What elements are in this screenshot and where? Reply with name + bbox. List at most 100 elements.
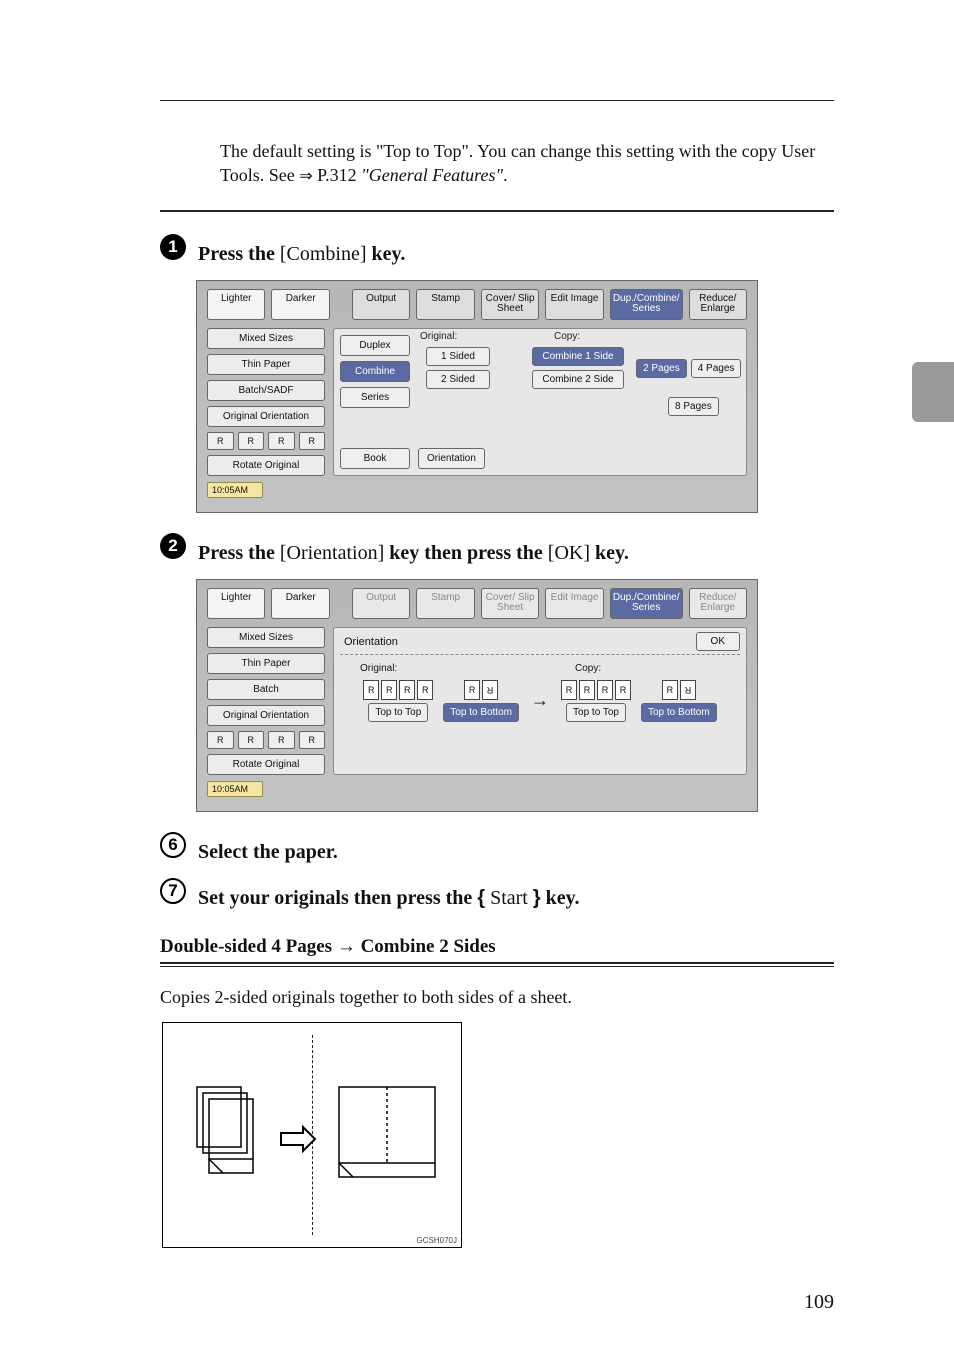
copy-combine1[interactable]: Combine 1 Side xyxy=(532,347,624,366)
mode-duplex[interactable]: Duplex xyxy=(340,335,410,356)
pages-8[interactable]: 8 Pages xyxy=(668,397,719,416)
btn-rotate-original[interactable]: Rotate Original xyxy=(207,754,325,775)
step6-text: Select the paper. xyxy=(198,841,338,864)
orient-icon[interactable]: R xyxy=(299,731,326,749)
btn-thin-paper[interactable]: Thin Paper xyxy=(207,653,325,674)
btn-batch-sadf[interactable]: Batch/SADF xyxy=(207,380,325,401)
orient-icon[interactable]: R xyxy=(238,432,265,450)
step-number-icon: 1 xyxy=(160,234,186,260)
reference-arrow-icon: ⇒ xyxy=(299,168,312,185)
dialog-title: Orientation xyxy=(344,636,740,648)
orient-icon[interactable]: R xyxy=(268,432,295,450)
tab-dup-combine-series[interactable]: Dup./Combine/ Series xyxy=(610,588,683,619)
tab-dup-combine-series[interactable]: Dup./Combine/ Series xyxy=(610,289,683,320)
tab-lighter[interactable]: Lighter xyxy=(207,588,265,619)
ok-button[interactable]: OK xyxy=(696,632,740,651)
opt-label: Top to Top xyxy=(368,703,428,722)
step-2: 2 Press the [Orientation] key then press… xyxy=(160,533,834,565)
figure-combine-2sides: GCSH070J xyxy=(162,1022,462,1248)
panel-clock: 10:05AM xyxy=(207,781,263,797)
step1-key: [Combine] xyxy=(280,243,367,265)
mode-book[interactable]: Book xyxy=(340,448,410,469)
step7-key: Start xyxy=(490,887,528,909)
panel1-right-area: Duplex Combine Series Book Orientation O… xyxy=(333,328,747,476)
screenshot-panel-1: Lighter Darker Output Stamp Cover/ Slip … xyxy=(196,280,758,513)
btn-rotate-original[interactable]: Rotate Original xyxy=(207,455,325,476)
top-rule xyxy=(160,100,834,101)
opt-label: Top to Bottom xyxy=(641,703,717,722)
side-tab xyxy=(912,362,954,422)
orient-icon[interactable]: R xyxy=(238,731,265,749)
opt-label: Top to Bottom xyxy=(443,703,519,722)
page-number: 109 xyxy=(804,1291,834,1314)
reference-period: . xyxy=(503,165,508,185)
tab-cover[interactable]: Cover/ Slip Sheet xyxy=(481,289,539,320)
panel-clock: 10:05AM xyxy=(207,482,263,498)
tab-reduce: Reduce/ Enlarge xyxy=(689,588,747,619)
bubble-2: 2 xyxy=(160,533,186,559)
orig-top-to-bottom[interactable]: RR Top to Bottom xyxy=(443,680,519,722)
orient-icon[interactable]: R xyxy=(268,731,295,749)
reference-page: P.312 xyxy=(317,165,361,185)
bubble-6: 6 xyxy=(160,832,186,858)
mode-series[interactable]: Series xyxy=(340,387,410,408)
btn-mixed-sizes[interactable]: Mixed Sizes xyxy=(207,627,325,648)
step2-post: key. xyxy=(595,542,629,564)
arrow-icon: → xyxy=(529,690,551,711)
copy-combine2[interactable]: Combine 2 Side xyxy=(532,370,624,389)
panel2-right-area: Orientation OK Original: Copy: RRRR Top … xyxy=(333,627,747,775)
orientation-icons: R R R R xyxy=(207,432,325,450)
btn-original-orientation[interactable]: Original Orientation xyxy=(207,705,325,726)
label-copy: Copy: xyxy=(554,331,580,342)
tab-row: Lighter Darker Output Stamp Cover/ Slip … xyxy=(207,588,747,619)
btn-original-orientation[interactable]: Original Orientation xyxy=(207,406,325,427)
step1-post: key. xyxy=(372,243,406,265)
pages-4[interactable]: 4 Pages xyxy=(691,359,742,378)
tab-darker[interactable]: Darker xyxy=(271,588,329,619)
section-rule xyxy=(160,210,834,212)
subsection-rule-thick xyxy=(160,962,834,964)
orientation-icons: R R R R xyxy=(207,731,325,749)
tab-output[interactable]: Output xyxy=(352,289,410,320)
step-7: 7 Set your originals then press the { St… xyxy=(160,878,834,910)
step-number-icon: 6 xyxy=(160,832,186,858)
subsection-title: Double-sided 4 Pages → Combine 2 Sides xyxy=(160,936,834,958)
screenshot-panel-2: Lighter Darker Output Stamp Cover/ Slip … xyxy=(196,579,758,812)
step2-key1: [Orientation] xyxy=(280,542,384,564)
tab-lighter[interactable]: Lighter xyxy=(207,289,265,320)
orientation-button[interactable]: Orientation xyxy=(418,448,485,469)
label-original: Original: xyxy=(340,663,525,674)
orient-icon[interactable]: R xyxy=(207,731,234,749)
pages-2[interactable]: 2 Pages xyxy=(636,359,687,378)
panel1-left-column: Mixed Sizes Thin Paper Batch/SADF Origin… xyxy=(207,328,325,476)
step-1: 1 Press the [Combine] key. xyxy=(160,234,834,266)
orig-top-to-top[interactable]: RRRR Top to Top xyxy=(363,680,433,722)
step1-pre: Press the xyxy=(198,243,280,265)
label-copy: Copy: xyxy=(525,663,740,674)
tab-stamp[interactable]: Stamp xyxy=(416,289,474,320)
intro-paragraph: The default setting is "Top to Top". You… xyxy=(220,139,834,188)
btn-batch[interactable]: Batch xyxy=(207,679,325,700)
step7-post: key. xyxy=(546,887,580,909)
tab-cover: Cover/ Slip Sheet xyxy=(481,588,539,619)
orig-2sided[interactable]: 2 Sided xyxy=(426,370,490,389)
mode-combine[interactable]: Combine xyxy=(340,361,410,382)
subsection-desc: Copies 2-sided originals together to bot… xyxy=(160,987,834,1008)
btn-mixed-sizes[interactable]: Mixed Sizes xyxy=(207,328,325,349)
orient-icon[interactable]: R xyxy=(207,432,234,450)
tab-stamp: Stamp xyxy=(416,588,474,619)
label-original: Original: xyxy=(420,331,457,342)
copy-top-to-top[interactable]: RRRR Top to Top xyxy=(561,680,631,722)
tab-edit[interactable]: Edit Image xyxy=(545,289,603,320)
panel2-left-column: Mixed Sizes Thin Paper Batch Original Or… xyxy=(207,627,325,775)
btn-thin-paper[interactable]: Thin Paper xyxy=(207,354,325,375)
copy-top-to-bottom[interactable]: RR Top to Bottom xyxy=(641,680,717,722)
bubble-1: 1 xyxy=(160,234,186,260)
step2-key2: [OK] xyxy=(548,542,590,564)
tab-output: Output xyxy=(352,588,410,619)
bubble-7: 7 xyxy=(160,878,186,904)
orig-1sided[interactable]: 1 Sided xyxy=(426,347,490,366)
orient-icon[interactable]: R xyxy=(299,432,326,450)
tab-reduce[interactable]: Reduce/ Enlarge xyxy=(689,289,747,320)
tab-darker[interactable]: Darker xyxy=(271,289,329,320)
